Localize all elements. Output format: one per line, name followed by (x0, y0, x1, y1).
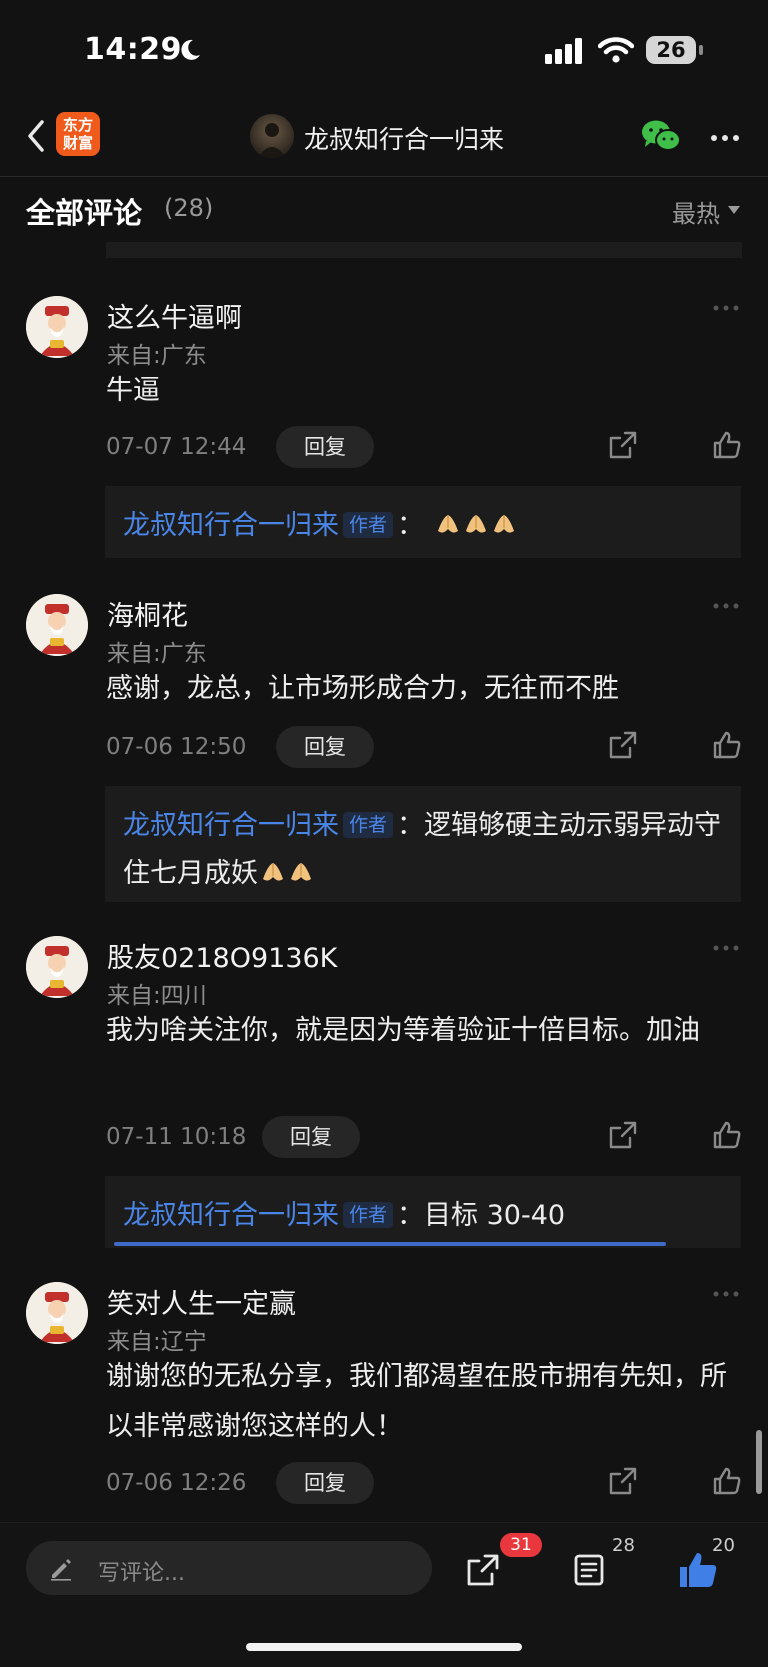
reply-button[interactable]: 回复 (276, 426, 374, 468)
comment-date: 07-06 12:26 (106, 1470, 247, 1496)
author-avatar[interactable] (250, 114, 294, 158)
thumbs-up-icon[interactable] (712, 1120, 742, 1150)
author-tag: 作者 (343, 512, 394, 538)
author-reply: 龙叔知行合一归来 作者 ：目标 30-40 (123, 1192, 723, 1240)
battery-indicator: 26 (646, 36, 704, 66)
avatar[interactable] (26, 1282, 88, 1344)
praying-hands-emoji-icon (493, 515, 514, 533)
read-progress-bar (114, 1242, 666, 1246)
reply-author-name[interactable]: 龙叔知行合一归来 (123, 510, 339, 541)
cellular-signal-icon (545, 38, 582, 64)
author-tag: 作者 (343, 812, 394, 838)
scrollbar[interactable] (756, 1430, 762, 1494)
reply-text: ： (397, 510, 425, 541)
comment-text: 谢谢您的无私分享，我们都渴望在股市拥有先知，所以非常感谢您这样的人！ (106, 1361, 727, 1442)
comments-title: 全部评论 (26, 196, 143, 230)
bottom-action-bar: 写评论... 31 28 20 (0, 1522, 768, 1667)
author-reply: 龙叔知行合一归来 作者 ：逻辑够硬主动示弱异动守住七月成妖 (123, 802, 723, 898)
fortune-god-avatar-icon (26, 594, 88, 656)
comment-meta: 07-06 12:50 回复 (106, 726, 746, 770)
share-icon[interactable] (608, 1120, 638, 1150)
reply-button[interactable]: 回复 (276, 726, 374, 768)
reply-author-name[interactable]: 龙叔知行合一归来 (123, 1200, 339, 1231)
previous-reply-box-edge (106, 242, 742, 258)
comment-location: 来自:辽宁 (107, 1329, 207, 1355)
page-title: 龙叔知行合一归来 (304, 125, 505, 154)
sort-dropdown[interactable]: 最热 (672, 194, 720, 229)
comment-date: 07-11 10:18 (106, 1124, 247, 1150)
chevron-down-icon[interactable] (728, 206, 740, 214)
author-tag: 作者 (343, 1202, 394, 1228)
avatar[interactable] (26, 296, 88, 358)
app-logo[interactable]: 东方 财富 (56, 112, 100, 156)
comment-text: 牛逼 (106, 375, 160, 406)
moon-icon (181, 39, 200, 60)
share-icon[interactable] (608, 730, 638, 760)
comment-username[interactable]: 笑对人生一定赢 (107, 1282, 296, 1321)
battery-level: 26 (646, 36, 696, 64)
author-reply-box[interactable]: 龙叔知行合一归来 作者 ：目标 30-40 (105, 1176, 741, 1248)
more-options-icon[interactable] (712, 944, 740, 952)
author-reply: 龙叔知行合一归来 作者： (123, 502, 723, 550)
comment-count: 28 (612, 1535, 635, 1556)
comment-location: 来自:广东 (107, 343, 207, 369)
comment-date: 07-06 12:50 (106, 734, 247, 760)
status-bar: 14:29 26 (0, 0, 768, 100)
like-count: 20 (712, 1535, 735, 1556)
pen-icon (51, 1559, 71, 1581)
back-arrow-icon[interactable] (22, 116, 52, 156)
more-options-icon[interactable] (712, 602, 740, 610)
nav-bar: 东方 财富 龙叔知行合一归来 (0, 100, 768, 177)
praying-hands-emoji-icon (437, 515, 458, 533)
thumbs-up-icon[interactable] (712, 430, 742, 460)
more-options-icon[interactable] (712, 1290, 740, 1298)
person-silhouette-icon (258, 123, 286, 158)
share-count-badge: 31 (500, 1533, 542, 1557)
comment-username[interactable]: 这么牛逼啊 (107, 296, 242, 335)
praying-hands-emoji-icon (465, 515, 486, 533)
comment-text: 感谢，龙总，让市场形成合力，无往而不胜 (106, 673, 619, 704)
comments-header: 全部评论 (28) 最热 (0, 176, 768, 240)
author-reply-box[interactable]: 龙叔知行合一归来 作者： (105, 486, 741, 558)
comment-text: 我为啥关注你，就是因为等着验证十倍目标。加油 (106, 1015, 700, 1046)
fortune-god-avatar-icon (26, 296, 88, 358)
avatar[interactable] (26, 936, 88, 998)
share-icon[interactable] (608, 1466, 638, 1496)
comment-location: 来自:四川 (107, 983, 207, 1009)
wechat-share-icon[interactable] (640, 118, 682, 154)
comment-input[interactable]: 写评论... (26, 1541, 432, 1595)
reply-button[interactable]: 回复 (276, 1462, 374, 1504)
reply-author-name[interactable]: 龙叔知行合一归来 (123, 810, 339, 841)
comment-input-placeholder: 写评论... (98, 1561, 185, 1586)
praying-hands-emoji-icon (263, 863, 283, 881)
thumbs-up-icon[interactable] (712, 1466, 742, 1496)
comment-meta: 07-11 10:18 回复 (106, 1116, 746, 1160)
comment-date: 07-07 12:44 (106, 434, 247, 460)
fortune-god-avatar-icon (26, 1282, 88, 1344)
comments-list-icon[interactable] (572, 1553, 606, 1587)
thumbs-up-icon[interactable] (712, 730, 742, 760)
comment-location: 来自:广东 (107, 641, 207, 667)
comment-meta: 07-07 12:44 回复 (106, 426, 746, 470)
share-icon[interactable] (608, 430, 638, 460)
more-options-icon[interactable] (712, 304, 740, 312)
thumbs-up-filled-icon[interactable] (678, 1551, 718, 1589)
fortune-god-avatar-icon (26, 936, 88, 998)
wifi-icon (598, 37, 634, 63)
comment-meta: 07-06 12:26 回复 (106, 1462, 746, 1506)
comment-username[interactable]: 股友0218O9136K (107, 936, 337, 975)
comment-username[interactable]: 海桐花 (107, 594, 188, 633)
praying-hands-emoji-icon (291, 863, 311, 881)
comments-count: (28) (164, 194, 214, 222)
author-reply-box[interactable]: 龙叔知行合一归来 作者 ：逻辑够硬主动示弱异动守住七月成妖 (105, 786, 741, 902)
status-time: 14:29 (84, 32, 182, 67)
reply-text: ：目标 30-40 (397, 1200, 566, 1231)
share-icon[interactable] (466, 1553, 500, 1587)
avatar[interactable] (26, 594, 88, 656)
home-indicator[interactable] (246, 1643, 522, 1651)
more-options-icon[interactable] (710, 134, 740, 142)
reply-button[interactable]: 回复 (262, 1116, 360, 1158)
